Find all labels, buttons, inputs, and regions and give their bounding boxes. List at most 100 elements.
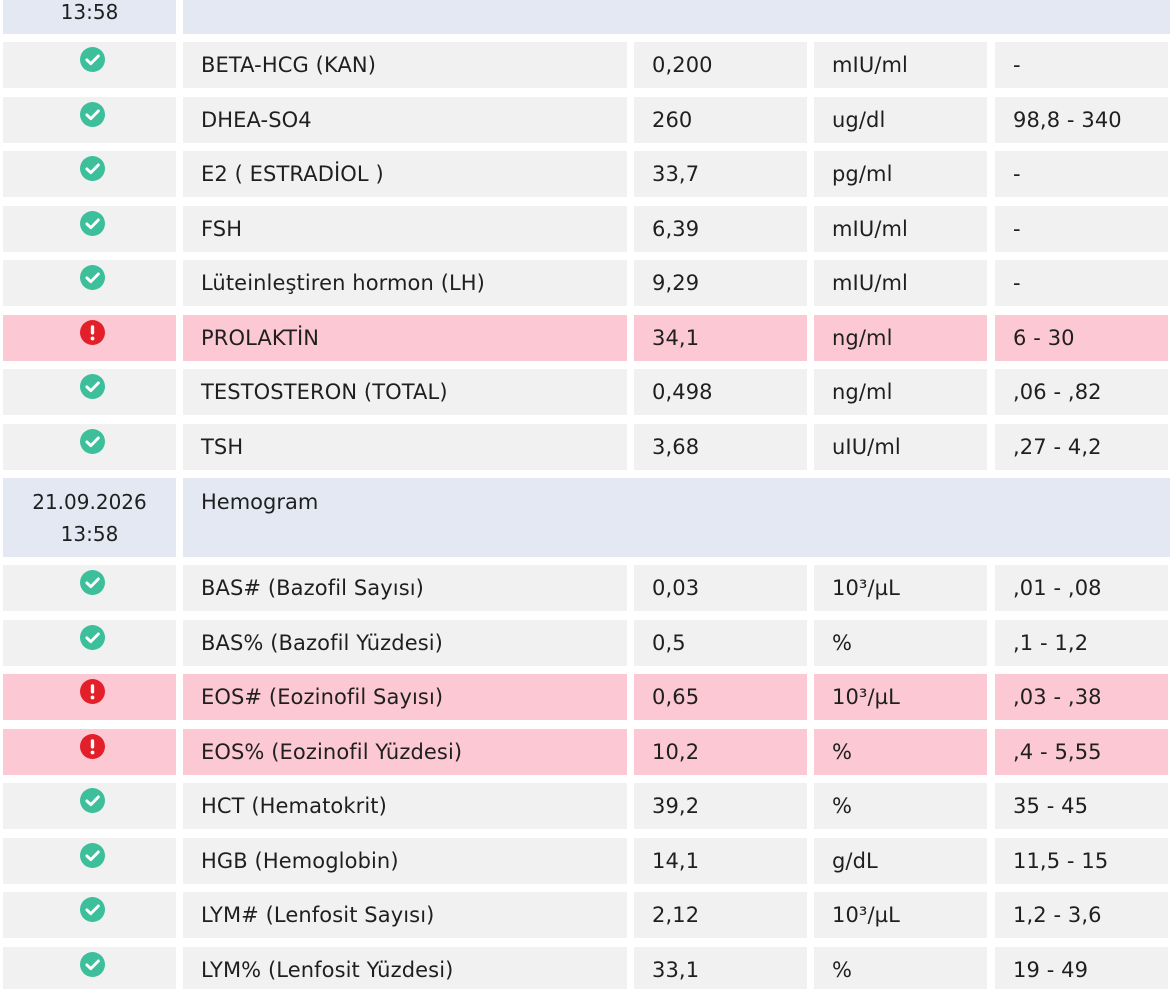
table-row[interactable]: TSH 3,68 uIU/ml ,27 - 4,2 xyxy=(0,424,1170,470)
test-name: Lüteinleştiren hormon (LH) xyxy=(201,271,485,295)
test-unit: 10³/µL xyxy=(832,576,900,600)
table-row[interactable]: LYM% (Lenfosit Yüzdesi) 33,1% 19 - 49 xyxy=(0,947,1170,989)
status-cell xyxy=(3,260,176,306)
group-title-cell xyxy=(183,0,1170,34)
test-name-cell: BAS% (Bazofil Yüzdesi) xyxy=(183,620,627,666)
table-row[interactable]: EOS# (Eozinofil Sayısı) 0,65 10³/µL ,03 - ,… xyxy=(0,674,1170,720)
table-row[interactable]: HGB (Hemoglobin) 14,1 g/dL 11,5 - 15 xyxy=(0,838,1170,884)
check-circle-icon xyxy=(80,429,105,454)
test-value-cell: 39,2 xyxy=(634,783,807,829)
test-unit: uIU/ml xyxy=(832,435,901,459)
table-row[interactable]: EOS% (Eozinofil Yüzdesi) 10,2% ,4 - 5,55 xyxy=(0,729,1170,775)
reference-range: ,4 - 5,55 xyxy=(1013,740,1102,764)
test-unit-cell: mIU/ml xyxy=(814,260,987,306)
table-row[interactable]: TESTOSTERON (TOTAL) 0,498 ng/ml ,06 - ,82 xyxy=(0,369,1170,415)
test-value: 6,39 xyxy=(652,217,700,241)
test-name: PROLAKTİN xyxy=(201,326,320,350)
test-name: HCT (Hematokrit) xyxy=(201,794,387,818)
table-row[interactable]: DHEA-SO4 260 ug/dl 98,8 - 340 xyxy=(0,97,1170,143)
test-value-cell: 0,200 xyxy=(634,42,807,88)
test-unit: 10³/µL xyxy=(832,903,900,927)
test-name: EOS% (Eozinofil Yüzdesi) xyxy=(201,740,463,764)
test-value: 0,200 xyxy=(652,53,713,77)
test-unit-cell: mIU/ml xyxy=(814,206,987,252)
status-cell xyxy=(3,315,176,361)
status-cell xyxy=(3,369,176,415)
test-name-cell: E2 ( ESTRADİOL ) xyxy=(183,151,627,197)
status-cell xyxy=(3,565,176,611)
table-row[interactable]: BETA-HCG (KAN) 0,200 mIU/ml - xyxy=(0,42,1170,88)
table-row[interactable]: BAS# (Bazofil Sayısı) 0,03 10³/µL ,01 - ,08 xyxy=(0,565,1170,611)
test-name: EOS# (Eozinofil Sayısı) xyxy=(201,685,444,709)
group-header-partial: 13:58 xyxy=(0,0,1170,34)
test-value-cell: 3,68 xyxy=(634,424,807,470)
check-circle-icon xyxy=(80,265,105,290)
reference-range-cell: ,03 - ,38 xyxy=(995,674,1168,720)
test-unit: % xyxy=(832,631,853,655)
test-unit: mIU/ml xyxy=(832,217,908,241)
status-cell xyxy=(3,620,176,666)
reference-range-cell: 11,5 - 15 xyxy=(995,838,1168,884)
status-cell xyxy=(3,151,176,197)
test-value: 3,68 xyxy=(652,435,700,459)
test-value-cell: 14,1 xyxy=(634,838,807,884)
table-row[interactable]: LYM# (Lenfosit Sayısı) 2,12 10³/µL 1,2 - 3,… xyxy=(0,892,1170,938)
status-cell xyxy=(3,947,176,989)
reference-range-cell: - xyxy=(995,260,1168,306)
test-name: TESTOSTERON (TOTAL) xyxy=(201,380,448,404)
alert-circle-icon xyxy=(80,320,105,345)
test-value: 0,65 xyxy=(652,685,700,709)
test-name: BAS% (Bazofil Yüzdesi) xyxy=(201,631,443,655)
group-header-hemogram[interactable]: 21.09.2026 13:58 Hemogram xyxy=(0,478,1170,557)
test-unit: g/dL xyxy=(832,849,878,873)
reference-range: - xyxy=(1013,217,1021,241)
test-unit-cell: % xyxy=(814,620,987,666)
reference-range-cell: 35 - 45 xyxy=(995,783,1168,829)
reference-range-cell: ,01 - ,08 xyxy=(995,565,1168,611)
check-circle-icon xyxy=(80,625,105,650)
test-name-cell: TSH xyxy=(183,424,627,470)
test-value: 33,7 xyxy=(652,162,700,186)
test-name-cell: BETA-HCG (KAN) xyxy=(183,42,627,88)
test-unit-cell: ng/ml xyxy=(814,315,987,361)
test-name: LYM% (Lenfosit Yüzdesi) xyxy=(201,958,454,982)
test-unit-cell: % xyxy=(814,783,987,829)
test-unit-cell: pg/ml xyxy=(814,151,987,197)
test-value-cell: 34,1 xyxy=(634,315,807,361)
reference-range-cell: 1,2 - 3,6 xyxy=(995,892,1168,938)
test-unit: mIU/ml xyxy=(832,53,908,77)
test-value: 39,2 xyxy=(652,794,700,818)
test-unit-cell: ug/dl xyxy=(814,97,987,143)
test-value-cell: 33,7 xyxy=(634,151,807,197)
status-cell xyxy=(3,783,176,829)
test-name: BAS# (Bazofil Sayısı) xyxy=(201,576,424,600)
status-cell xyxy=(3,206,176,252)
status-cell xyxy=(3,729,176,775)
table-row[interactable]: FSH 6,39 mIU/ml - xyxy=(0,206,1170,252)
reference-range: 98,8 - 340 xyxy=(1013,108,1122,132)
table-row[interactable]: E2 ( ESTRADİOL ) 33,7 pg/ml - xyxy=(0,151,1170,197)
test-unit-cell: ng/ml xyxy=(814,369,987,415)
test-name-cell: FSH xyxy=(183,206,627,252)
status-cell xyxy=(3,674,176,720)
reference-range-cell: ,4 - 5,55 xyxy=(995,729,1168,775)
status-cell xyxy=(3,42,176,88)
table-row[interactable]: Lüteinleştiren hormon (LH) 9,29 mIU/ml - xyxy=(0,260,1170,306)
group-date-cell: 21.09.2026 13:58 xyxy=(3,478,176,557)
test-name: TSH xyxy=(201,435,244,459)
reference-range: ,03 - ,38 xyxy=(1013,685,1102,709)
reference-range: 6 - 30 xyxy=(1013,326,1075,350)
test-value: 2,12 xyxy=(652,903,700,927)
reference-range: ,01 - ,08 xyxy=(1013,576,1102,600)
test-value: 33,1 xyxy=(652,958,700,982)
table-row[interactable]: HCT (Hematokrit) 39,2% 35 - 45 xyxy=(0,783,1170,829)
test-unit: % xyxy=(832,958,853,982)
table-row[interactable]: BAS% (Bazofil Yüzdesi) 0,5% ,1 - 1,2 xyxy=(0,620,1170,666)
test-name-cell: TESTOSTERON (TOTAL) xyxy=(183,369,627,415)
reference-range: - xyxy=(1013,162,1021,186)
status-cell xyxy=(3,424,176,470)
test-unit-cell: uIU/ml xyxy=(814,424,987,470)
table-row[interactable]: PROLAKTİN 34,1 ng/ml 6 - 30 xyxy=(0,315,1170,361)
test-name-cell: EOS# (Eozinofil Sayısı) xyxy=(183,674,627,720)
test-unit-cell: 10³/µL xyxy=(814,892,987,938)
